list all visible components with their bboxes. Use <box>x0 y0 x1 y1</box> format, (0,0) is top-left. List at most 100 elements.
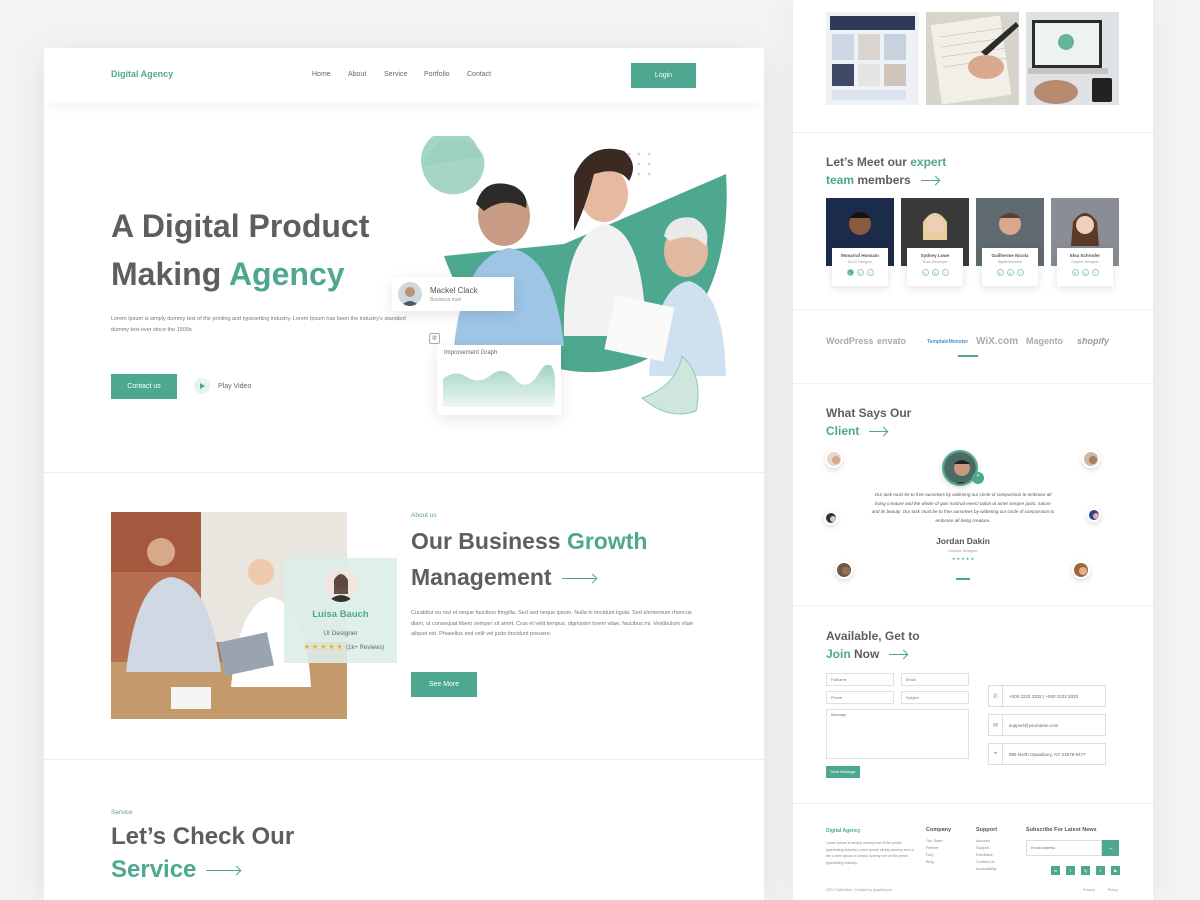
location-pin-icon: ⌖ <box>989 743 1003 765</box>
avatar <box>398 282 422 306</box>
youtube-icon[interactable]: ▶ <box>1111 866 1120 875</box>
team-card[interactable]: Mosarraf Hossain UI/UX Designer in ◎ f <box>826 198 894 288</box>
brand-logo-wordpress: WordPress <box>826 336 874 346</box>
person-name: Luisa Bauch <box>312 609 369 620</box>
nav-home[interactable]: Home <box>312 71 331 78</box>
portfolio-thumb[interactable] <box>926 12 1019 105</box>
client-avatar[interactable] <box>1082 450 1100 468</box>
footer-link[interactable]: Blog <box>926 859 943 866</box>
copyright: 2021 ©Abdulkim. Created by graphicsoul <box>826 888 892 892</box>
client-avatar[interactable] <box>825 450 843 468</box>
section-divider <box>793 132 1153 133</box>
team-card[interactable]: Sydney Lowe Team Developer in ◎ f <box>901 198 969 288</box>
brand-logo-wix: WiX.com <box>976 336 1019 347</box>
section-divider <box>44 759 764 760</box>
service-tag: Service <box>111 809 133 816</box>
play-icon <box>194 378 210 394</box>
subscribe-arrow-button[interactable]: → <box>1102 840 1119 856</box>
footer-company-title: Company <box>926 827 952 833</box>
phone-input[interactable] <box>826 691 894 704</box>
policy-link[interactable]: Policy <box>1108 888 1118 892</box>
arrow-right-icon <box>561 578 596 580</box>
footer-link[interactable]: Our Team <box>926 838 943 845</box>
send-message-button[interactable]: Send Message <box>826 766 860 778</box>
nav-portfolio[interactable]: Portfolio <box>424 71 450 78</box>
portfolio-thumb[interactable] <box>826 12 919 105</box>
privacy-link[interactable]: Privacy <box>1083 888 1095 892</box>
slider-indicator[interactable] <box>956 578 970 580</box>
hero-description: Lorem Ipsum is simply dummy text of the … <box>111 316 406 333</box>
top-nav: Digital Agency Home About Service Portfo… <box>44 48 764 103</box>
brand-logo-templatemonster: TemplateMonster <box>927 339 969 345</box>
client-name: Jordan Dakin <box>936 536 990 546</box>
brand-logo-magento: Magento <box>1026 336 1063 346</box>
avatar <box>324 568 358 602</box>
footer-link[interactable]: Partner <box>926 845 943 852</box>
client-avatar[interactable] <box>1087 508 1101 522</box>
team-card[interactable]: Elsa Schroder Graphic Designer in ◎ f <box>1051 198 1119 288</box>
instagram-icon[interactable]: ◎ <box>1081 866 1090 875</box>
brand-logo[interactable]: Digital Agency <box>111 69 173 79</box>
hero-user-badge: Mackel Clack Business man <box>392 277 514 311</box>
footer-link[interactable]: Contact Us <box>976 859 997 866</box>
contact-email: ✉ support@yourname.com <box>988 714 1106 736</box>
arrow-right-icon <box>206 870 241 872</box>
subscribe-email-input[interactable] <box>1026 840 1102 856</box>
email-field[interactable] <box>901 673 969 686</box>
footer-link[interactable]: Support <box>976 845 997 852</box>
see-more-button[interactable]: See More <box>411 672 477 697</box>
section-divider <box>793 605 1153 606</box>
facebook-icon[interactable]: f <box>1096 866 1105 875</box>
testimonial-quote: Our task must be to free ourselves by wi… <box>871 492 1055 523</box>
graph-area <box>443 365 555 407</box>
rating-stars: ★ ★ ★ ★ ★ <box>951 556 975 561</box>
client-avatar[interactable] <box>835 561 853 579</box>
footer-link[interactable]: Feedback <box>976 852 997 859</box>
team-person-card: Luisa Bauch UI Designer ★ ★ ★ ★ ★ (1k+ R… <box>284 558 397 663</box>
contact-us-button[interactable]: Contact us <box>111 374 177 399</box>
about-title: Our Business Growth Management <box>411 528 648 590</box>
arrow-right-icon <box>889 654 908 656</box>
footer-support-title: Support <box>976 827 998 833</box>
contact-address: ⌖ 895 North Opaasbury, NY 23579-5477 <box>988 743 1106 765</box>
login-button[interactable]: Login <box>631 63 696 88</box>
footer-brand[interactable]: Digital Agency <box>826 828 861 834</box>
footer-link[interactable]: Accessibility <box>976 866 997 873</box>
section-divider <box>44 472 764 473</box>
message-field[interactable] <box>826 709 969 759</box>
portfolio-thumb[interactable] <box>1026 12 1119 105</box>
linkedin-icon[interactable]: in <box>1051 866 1060 875</box>
contact-phone: ✆ +000 2222 3333 | +000 2222 3333 <box>988 685 1106 707</box>
graph-title: Improvement Graph <box>444 350 498 356</box>
mail-icon: ✉ <box>989 714 1003 736</box>
service-title: Let’s Check Our Service <box>111 823 295 883</box>
twitter-icon[interactable]: t <box>1066 866 1075 875</box>
section-divider <box>793 309 1153 310</box>
badge-role: Business man <box>430 296 462 303</box>
arrow-right-icon <box>920 180 939 182</box>
brand-logo-shopify: shopify <box>1077 336 1110 346</box>
about-description: Curabitur eu nisl et neque faucibus frin… <box>411 610 694 637</box>
nav-contact[interactable]: Contact <box>467 71 491 78</box>
team-card[interactable]: Guilherme Nicola Digital Marketer in ◎ f <box>976 198 1044 288</box>
chart-icon: ▥ <box>429 333 440 344</box>
footer-support-links: Account Support Feedback Contact Us Acce… <box>976 838 997 873</box>
testimonial-title: What Says Our Client <box>826 406 912 438</box>
subject-input[interactable] <box>901 691 969 704</box>
person-role: UI Designer <box>323 630 358 637</box>
client-avatar[interactable] <box>1072 561 1090 579</box>
improvement-graph-card: Improvement Graph <box>437 345 561 415</box>
quote-icon: ” <box>972 472 984 484</box>
brand-logo-envato: envato <box>877 336 907 346</box>
footer-about: Lorem Ipsum is simply dummy text of the … <box>826 841 914 865</box>
section-divider <box>793 803 1153 804</box>
footer-link[interactable]: FAQ <box>926 852 943 859</box>
play-video-button[interactable]: Play Video <box>194 378 251 394</box>
client-avatar[interactable] <box>824 511 838 525</box>
slider-indicator[interactable] <box>958 355 978 357</box>
fullname-input[interactable] <box>826 673 894 686</box>
nav-service[interactable]: Service <box>384 71 407 78</box>
nav-about[interactable]: About <box>348 71 366 78</box>
footer-link[interactable]: Account <box>976 838 997 845</box>
footer-subscribe-title: Subscribe For Latest News <box>1026 827 1097 833</box>
